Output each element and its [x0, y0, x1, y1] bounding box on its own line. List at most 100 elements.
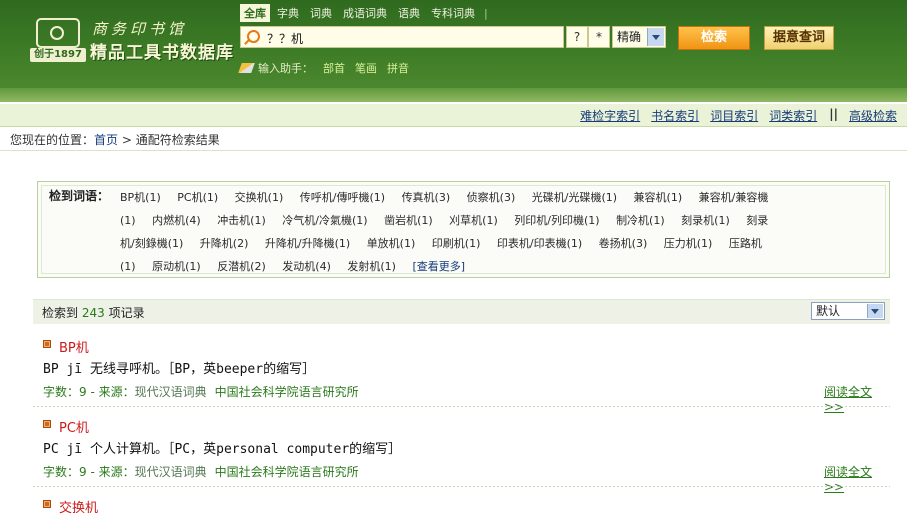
hit-item[interactable]: 传真机(3)	[402, 191, 451, 204]
tab-word-dictionary[interactable]: 词典	[306, 4, 336, 22]
search-button[interactable]: 检索	[678, 26, 750, 50]
index-link-entries[interactable]: 词目索引	[710, 107, 758, 124]
results-count-bar: 检索到 243 项记录 默认	[33, 299, 890, 324]
hit-item[interactable]: 压路机	[729, 237, 762, 250]
search-by-meaning-button[interactable]: 据意查词	[764, 26, 834, 50]
breadcrumb: 您现在的位置：首页 > 通配符检索结果	[10, 131, 220, 148]
hit-item[interactable]: 刈草机(1)	[449, 214, 498, 227]
hit-item[interactable]: 刻录机(1)	[681, 214, 730, 227]
hit-item[interactable]: 发动机(4)	[282, 260, 331, 273]
tab-character-dictionary[interactable]: 字典	[273, 4, 303, 22]
results-count: 检索到 243 项记录	[42, 304, 145, 321]
result-source: 现代汉语词典	[134, 385, 207, 399]
wildcard-question-button[interactable]: ?	[566, 26, 588, 48]
result-meta: 字数：9 - 来源：现代汉语词典 中国社会科学院语言研究所	[43, 463, 359, 480]
hit-item[interactable]: 冷气机/冷氣機(1)	[282, 214, 367, 227]
hit-item[interactable]: (1)	[120, 260, 136, 273]
hit-item[interactable]: 光碟机/光碟機(1)	[532, 191, 617, 204]
hit-item[interactable]: 制冷机(1)	[616, 214, 665, 227]
hit-item[interactable]: 升降机/升降機(1)	[265, 237, 350, 250]
hit-item[interactable]: 升降机(2)	[200, 237, 249, 250]
hit-item[interactable]: 兼容机(1)	[634, 191, 683, 204]
index-link-book-titles[interactable]: 书名索引	[651, 107, 699, 124]
chevron-down-icon	[867, 304, 883, 318]
hit-item[interactable]: 侦察机(3)	[467, 191, 516, 204]
result-title-link[interactable]: 交换机	[59, 497, 98, 516]
result-definition: PC jī 个人计算机。［PC，英personal computer的缩写］	[43, 442, 402, 457]
search-input[interactable]	[265, 29, 559, 47]
hit-item[interactable]: 发射机(1)	[347, 260, 396, 273]
hit-item[interactable]: PC机(1)	[177, 191, 218, 204]
read-full-link[interactable]: 阅读全文>>	[824, 463, 883, 494]
hit-item[interactable]: 内燃机(4)	[152, 214, 201, 227]
view-more-link[interactable]: [查看更多]	[412, 260, 465, 273]
results-count-prefix: 检索到	[42, 306, 79, 320]
index-link-word-classes[interactable]: 词类索引	[769, 107, 817, 124]
logo-brand-calligraphy: 商务印书馆	[92, 20, 188, 38]
tab-specialized-dictionary[interactable]: 专科词典	[427, 4, 479, 22]
hit-item[interactable]: 卷扬机(3)	[599, 237, 648, 250]
index-separator: ||	[829, 107, 838, 121]
hit-item[interactable]: 单放机(1)	[367, 237, 416, 250]
hit-item[interactable]: 印表机/印表機(1)	[497, 237, 582, 250]
tab-idiom-dictionary[interactable]: 成语词典	[339, 4, 391, 22]
logo-book-icon	[36, 18, 80, 48]
logo-founded-badge: 创于1897	[30, 48, 86, 62]
result-item: 交换机	[43, 497, 883, 516]
advanced-search-link[interactable]: 高级检索	[849, 107, 897, 124]
pencil-icon	[238, 63, 255, 73]
hit-item[interactable]: 印刷机(1)	[432, 237, 481, 250]
divider	[33, 406, 890, 407]
hit-item[interactable]: 反潜机(2)	[217, 260, 266, 273]
site-header: 创于1897 商务印书馆 精品工具书数据库 全库 字典 词典 成语词典 语典 专…	[0, 0, 907, 100]
result-title-link[interactable]: BP机	[59, 337, 89, 356]
tab-all[interactable]: 全库	[240, 4, 270, 22]
input-helper-label: 输入助手：	[258, 62, 313, 75]
helper-radical-link[interactable]: 部首	[323, 60, 345, 76]
search-icon	[247, 30, 260, 43]
input-helper: 输入助手： 部首 笔画 拼音	[238, 60, 409, 76]
result-meta-chars: 字数：9 - 来源：	[43, 385, 135, 399]
hit-item[interactable]: 机/刻錄機(1)	[120, 237, 183, 250]
hit-item[interactable]: 凿岩机(1)	[384, 214, 433, 227]
helper-stroke-link[interactable]: 笔画	[355, 60, 377, 76]
hit-item[interactable]: 压力机(1)	[664, 237, 713, 250]
result-source: 现代汉语词典	[134, 465, 207, 479]
hit-item[interactable]: (1)	[120, 214, 136, 227]
match-mode-select[interactable]: 精确	[612, 26, 666, 48]
hits-line-1: BP机(1) PC机(1) 交换机(1) 传呼机/傳呼機(1) 传真机(3) 侦…	[120, 189, 768, 205]
hit-item[interactable]: 传呼机/傳呼機(1)	[300, 191, 385, 204]
match-mode-value: 精确	[617, 30, 642, 44]
hits-line-4: (1) 原动机(1) 反潜机(2) 发动机(4) 发射机(1) [查看更多]	[120, 258, 465, 274]
header-band	[0, 88, 907, 102]
helper-pinyin-link[interactable]: 拼音	[387, 60, 409, 76]
tab-phrase-dictionary[interactable]: 语典	[394, 4, 424, 22]
read-full-link[interactable]: 阅读全文>>	[824, 383, 883, 414]
tabs-separator: |	[484, 6, 488, 20]
index-bar: 难检字索引 书名索引 词目索引 词类索引 || 高级检索	[0, 104, 907, 127]
result-meta-chars: 字数：9 - 来源：	[43, 465, 135, 479]
index-link-rare-chars[interactable]: 难检字索引	[580, 107, 640, 124]
sort-select[interactable]: 默认	[811, 302, 885, 320]
hit-item[interactable]: 刻录	[746, 214, 768, 227]
hit-item[interactable]: 列印机/列印機(1)	[514, 214, 599, 227]
divider	[33, 486, 890, 487]
result-title-link[interactable]: PC机	[59, 417, 89, 436]
hit-item[interactable]: 交换机(1)	[235, 191, 284, 204]
results-count-number: 243	[81, 306, 105, 320]
search-box	[240, 26, 564, 48]
result-org: 中国社会科学院语言研究所	[214, 465, 359, 479]
hit-item[interactable]: 兼容机/兼容機	[699, 191, 769, 204]
result-meta: 字数：9 - 来源：现代汉语词典 中国社会科学院语言研究所	[43, 383, 359, 400]
result-item: BP机 BP jī 无线寻呼机。［BP，英beeper的缩写］ 字数：9 - 来…	[43, 337, 883, 414]
hit-item[interactable]: 冲击机(1)	[217, 214, 266, 227]
breadcrumb-current: 通配符检索结果	[135, 133, 220, 147]
result-item: PC机 PC jī 个人计算机。［PC，英personal computer的缩…	[43, 417, 883, 494]
hit-item[interactable]: BP机(1)	[120, 191, 161, 204]
matched-words-label: 检到词语：	[49, 189, 110, 203]
search-scope-tabs: 全库 字典 词典 成语词典 语典 专科词典 |	[240, 4, 488, 22]
breadcrumb-home-link[interactable]: 首页	[94, 133, 118, 147]
chevron-down-icon	[647, 28, 664, 46]
wildcard-star-button[interactable]: *	[588, 26, 610, 48]
hit-item[interactable]: 原动机(1)	[152, 260, 201, 273]
